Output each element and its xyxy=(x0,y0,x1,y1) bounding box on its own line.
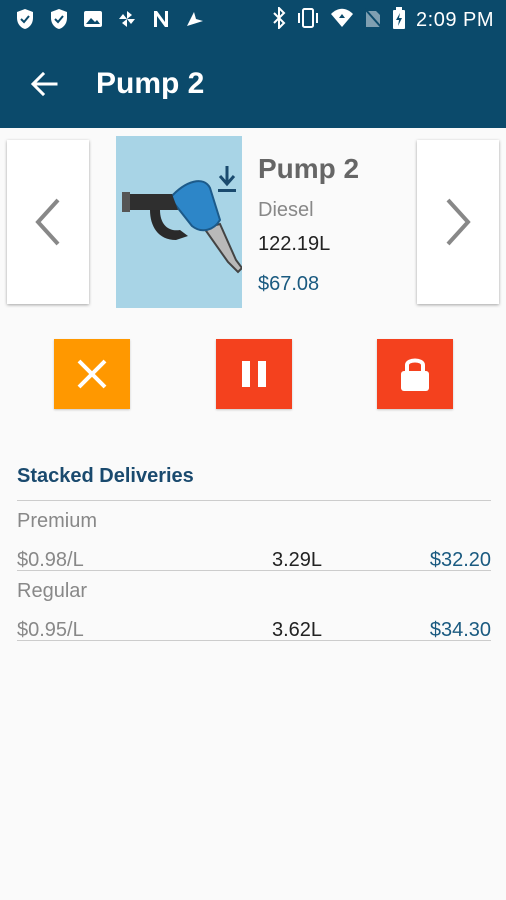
delivery-amount: $32.20 xyxy=(429,549,491,571)
image-icon xyxy=(82,8,104,30)
shield-icon xyxy=(14,8,36,30)
divider xyxy=(17,570,491,571)
delivery-amount: $34.30 xyxy=(429,619,491,641)
arrow-icon xyxy=(184,8,206,30)
unit-price: $0.95/L xyxy=(17,619,84,641)
download-icon xyxy=(218,166,236,192)
lock-button[interactable] xyxy=(377,339,453,409)
grade-name: Premium xyxy=(17,510,98,532)
bluetooth-icon xyxy=(272,5,286,34)
cancel-button[interactable] xyxy=(54,339,130,409)
clock: 2:09 PM xyxy=(416,9,494,31)
vibrate-icon xyxy=(296,7,320,34)
shield-icon xyxy=(48,8,70,30)
no-sim-icon xyxy=(364,8,382,33)
stacked-deliveries-title: Stacked Deliveries xyxy=(17,465,194,487)
pause-icon xyxy=(242,361,266,387)
divider xyxy=(17,640,491,641)
app-bar: Pump 2 xyxy=(0,40,506,128)
chevron-right-icon xyxy=(446,198,471,246)
delivery-volume: 3.29L xyxy=(272,549,323,571)
pump-name: Pump 2 xyxy=(258,153,360,184)
next-pump-button[interactable] xyxy=(417,140,499,304)
lock-icon xyxy=(401,358,429,391)
pinwheel-icon xyxy=(116,8,138,30)
pump-amount: $67.08 xyxy=(258,273,320,295)
pump-volume: 122.19L xyxy=(258,233,331,255)
chevron-left-icon xyxy=(35,198,60,246)
previous-pump-button[interactable] xyxy=(7,140,89,304)
wifi-icon xyxy=(330,8,354,33)
fuel-type: Diesel xyxy=(258,199,314,221)
grade-name: Regular xyxy=(17,580,88,602)
pause-button[interactable] xyxy=(216,339,292,409)
n-icon xyxy=(150,8,172,30)
close-icon xyxy=(77,359,107,389)
back-arrow-icon[interactable] xyxy=(28,68,60,100)
notification-icons xyxy=(14,8,206,30)
system-icons: 2:09 PM xyxy=(272,5,494,34)
pump-image xyxy=(116,136,244,308)
delivery-volume: 3.62L xyxy=(272,619,323,641)
status-bar: 2:09 PM xyxy=(0,0,506,40)
divider xyxy=(17,500,491,501)
unit-price: $0.98/L xyxy=(17,549,84,571)
page-title: Pump 2 xyxy=(96,67,205,100)
fuel-nozzle-icon xyxy=(122,180,244,274)
battery-charging-icon xyxy=(392,7,406,34)
